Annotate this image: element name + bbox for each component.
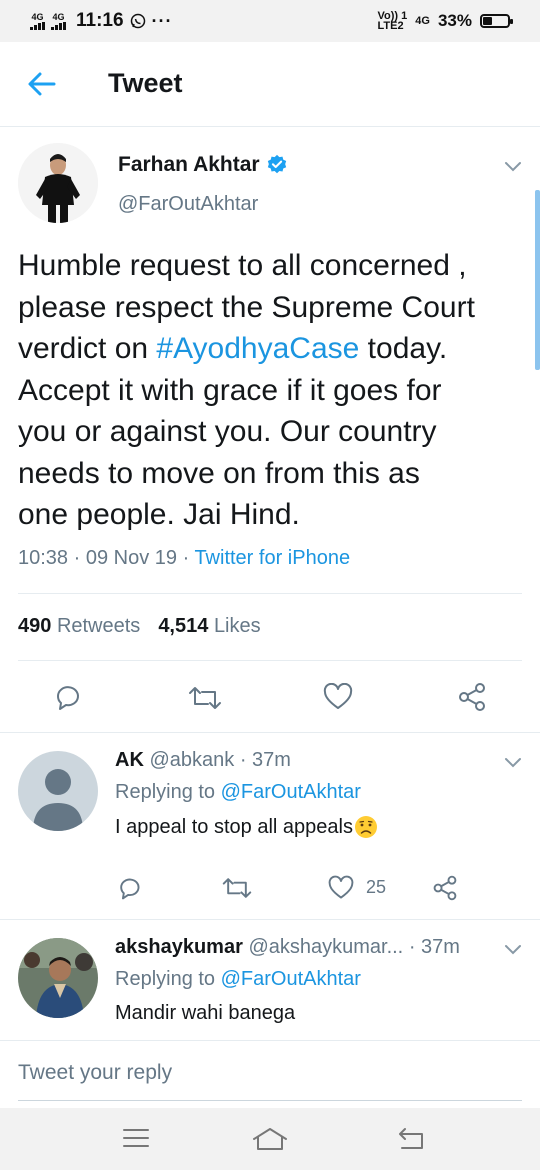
reply-time: 37m — [421, 936, 460, 958]
verified-badge-icon — [267, 154, 286, 174]
reply-author-name[interactable]: AK — [115, 749, 144, 771]
reply-composer: Tweet your reply — [0, 1040, 540, 1107]
tweet-line: Accept it with grace if it goes for — [18, 373, 442, 407]
network-type-3: 4G — [415, 15, 430, 27]
mention-link[interactable]: @FarOutAkhtar — [221, 781, 361, 803]
chevron-down-icon[interactable] — [504, 757, 522, 769]
reply-text-content: I appeal to stop all appeals — [115, 815, 353, 838]
reply-text: I appeal to stop all appeals — [115, 815, 378, 839]
divider — [18, 593, 522, 594]
reply-text: Mandir wahi banega — [115, 1002, 295, 1025]
scrollbar[interactable] — [535, 190, 540, 370]
divider — [0, 919, 540, 920]
tweet-line: needs to move on from this as — [18, 456, 420, 490]
reply-header: AK @abkank · 37m — [115, 749, 291, 771]
tweet-text: Humble request to all concerned , please… — [18, 245, 528, 536]
frowning-face-emoji — [354, 816, 377, 838]
tweet-line: please respect the Supreme Court — [18, 290, 475, 324]
tweet-line: Humble request to all concerned , — [18, 249, 467, 282]
default-avatar-icon — [18, 751, 98, 831]
reply-author-handle[interactable]: @abkank — [149, 749, 234, 771]
status-left: 4G 4G 11:16 ··· — [30, 0, 173, 42]
tweet-line-text: verdict on — [18, 332, 157, 365]
clock: 11:16 — [76, 10, 124, 31]
reply-author-handle[interactable]: @akshaykumar... — [248, 936, 403, 958]
more-notifications-icon: ··· — [151, 10, 173, 31]
share-icon[interactable] — [432, 875, 458, 901]
signal-2-icon: 4G — [51, 11, 66, 30]
back-icon[interactable] — [396, 1126, 426, 1152]
tweet-date: 09 Nov 19 — [85, 547, 178, 569]
retweets-stat[interactable]: 490 Retweets — [18, 615, 140, 638]
battery-percent: 33% — [437, 11, 472, 30]
hashtag-link[interactable]: #AyodhyaCase — [156, 332, 359, 365]
reply-header: akshaykumar @akshaykumar... · 37m — [115, 936, 460, 958]
reply-icon[interactable] — [116, 875, 142, 901]
whatsapp-icon — [130, 13, 145, 29]
mention-link[interactable]: @FarOutAkhtar — [221, 968, 361, 990]
network-type-1: 4G — [31, 11, 44, 22]
author-handle[interactable]: @FarOutAkhtar — [118, 193, 258, 216]
status-bar: 4G 4G 11:16 ··· Vo)) 1 LTE2 4G 33% — [0, 0, 540, 42]
tweet-meta: 10:38 · 09 Nov 19 · Twitter for iPhone — [18, 547, 351, 569]
reply-author-name[interactable]: akshaykumar — [115, 936, 243, 958]
reply-icon[interactable] — [52, 682, 82, 712]
tweet-time: 10:38 — [18, 547, 69, 569]
tweet-line-text: today. — [359, 332, 448, 365]
retweet-icon[interactable] — [222, 875, 252, 901]
menu-icon[interactable] — [122, 1126, 150, 1150]
chevron-down-icon[interactable] — [504, 161, 522, 173]
person-photo-icon — [18, 143, 98, 223]
author-avatar[interactable] — [18, 143, 98, 223]
replying-to: Replying to @FarOutAkhtar — [115, 781, 361, 803]
home-icon[interactable] — [252, 1126, 288, 1152]
heart-icon[interactable] — [328, 875, 354, 901]
avatar[interactable] — [18, 938, 98, 1018]
tweet-source-link[interactable]: Twitter for iPhone — [194, 547, 350, 569]
likes-stat[interactable]: 4,514 Likes — [158, 615, 260, 638]
share-icon[interactable] — [457, 682, 487, 712]
arrow-left-icon[interactable] — [26, 70, 58, 98]
heart-icon[interactable] — [323, 683, 353, 711]
avatar[interactable] — [18, 751, 98, 831]
divider — [0, 732, 540, 733]
like-count: 25 — [366, 877, 387, 897]
tweet-actions — [0, 680, 540, 716]
chevron-down-icon[interactable] — [504, 944, 522, 956]
author-name[interactable]: Farhan Akhtar — [118, 153, 260, 177]
signal-1-icon: 4G — [30, 11, 45, 30]
replying-to: Replying to @FarOutAkhtar — [115, 968, 361, 990]
input-underline — [18, 1100, 522, 1101]
reply-text-content: Mandir wahi banega — [115, 1002, 296, 1024]
reply-input[interactable]: Tweet your reply — [18, 1061, 172, 1085]
page-title: Tweet — [108, 68, 183, 98]
tweet-line: you or against you. Our country — [18, 415, 437, 448]
status-right: Vo)) 1 LTE2 4G 33% — [377, 0, 513, 42]
reply-time: 37m — [252, 749, 291, 771]
person-photo-icon — [18, 938, 98, 1018]
retweet-icon[interactable] — [188, 684, 222, 712]
tweet-stats: 490 Retweets 4,514 Likes — [18, 615, 261, 638]
battery-icon — [480, 14, 513, 28]
app-header: Tweet — [0, 42, 540, 127]
volte-indicator: Vo)) 1 LTE2 — [377, 10, 408, 32]
divider — [18, 660, 522, 661]
author-name-row[interactable]: Farhan Akhtar — [118, 153, 288, 177]
network-type-2: 4G — [52, 11, 65, 22]
tweet-line: verdict on #AyodhyaCase today. — [18, 328, 528, 370]
tweet-line: one people. Jai Hind. — [18, 498, 300, 531]
system-nav-bar — [0, 1108, 540, 1170]
reply-actions: 25 — [0, 875, 540, 905]
